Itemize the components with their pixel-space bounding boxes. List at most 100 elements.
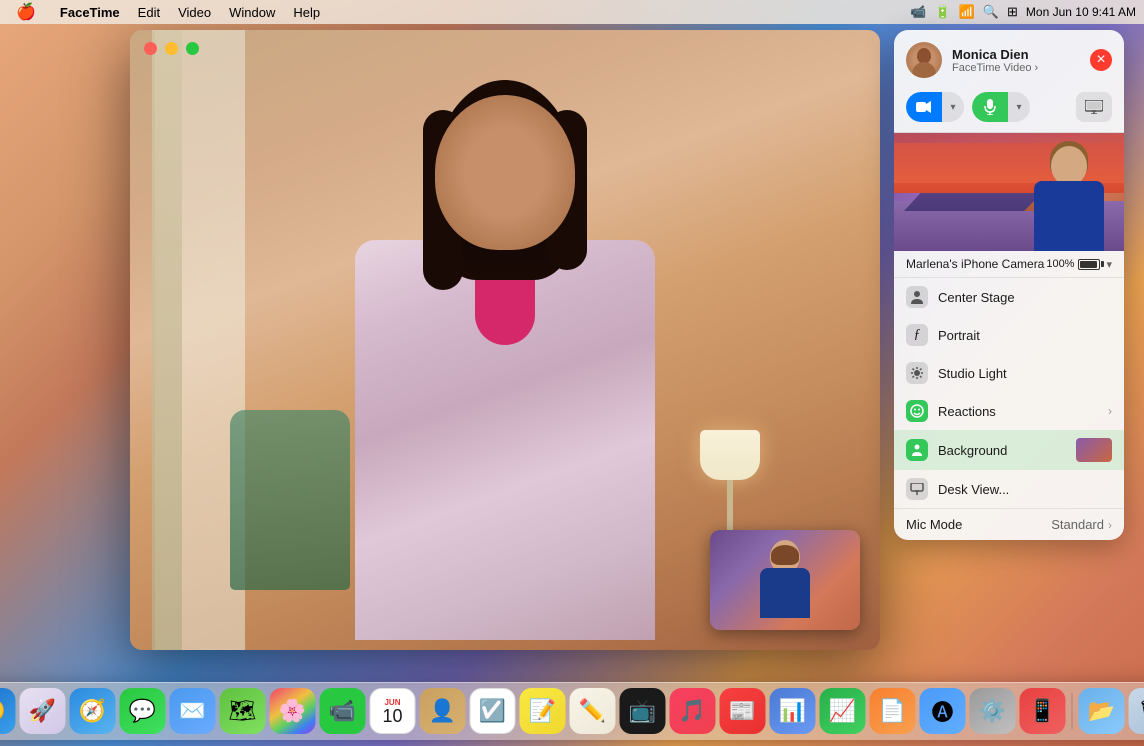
background-label: Background (938, 443, 1066, 458)
hud-contact-name: Monica Dien (952, 47, 1080, 62)
hud-camera-bar: Marlena's iPhone Camera 100% ▾ (894, 251, 1124, 278)
menubar-edit[interactable]: Edit (130, 3, 168, 22)
hud-controls: ▾ ▾ (894, 86, 1124, 133)
dock-appstore[interactable]: 🅐 (920, 688, 966, 734)
appletv-icon: 📺 (629, 698, 656, 724)
battery-icon: 🔋 (934, 4, 950, 20)
dock-safari[interactable]: 🧭 (70, 688, 116, 734)
facetime-window (130, 30, 880, 650)
maps-icon: 🗺 (229, 698, 257, 724)
mic-mode-label: Mic Mode (906, 517, 1051, 532)
messages-icon: 💬 (129, 698, 156, 724)
dock-downloads-folder[interactable]: 📂 (1079, 688, 1125, 734)
hud-battery: 100% (1046, 258, 1100, 270)
menu-item-studio-light[interactable]: Studio Light (894, 354, 1124, 392)
hud-screen-share-button[interactable] (1076, 92, 1112, 122)
search-icon[interactable]: 🔍 (983, 4, 999, 20)
traffic-lights (144, 42, 199, 55)
studio-light-icon (906, 362, 928, 384)
dock-notes[interactable]: 📝 (520, 688, 566, 734)
hud-mic-mode-row[interactable]: Mic Mode Standard › (894, 508, 1124, 540)
finder-icon: 🙂 (0, 698, 6, 724)
person-center-icon (910, 290, 924, 304)
dock-contacts[interactable]: 👤 (420, 688, 466, 734)
hud-subtitle[interactable]: FaceTime Video › (952, 62, 1080, 74)
contacts-icon: 👤 (429, 698, 456, 724)
dock-reminders[interactable]: ☑️ (470, 688, 516, 734)
dock-facetime[interactable]: 📹 (320, 688, 366, 734)
portrait-icon: ƒ (906, 324, 928, 346)
hud-camera-label: Marlena's iPhone Camera (906, 257, 1046, 271)
dock: 🙂 🚀 🧭 💬 ✉️ 🗺 🌸 📹 JUN 10 👤 ☑️ 📝 ✏️ 📺 🎵 (0, 682, 1144, 740)
hud-expand-chevron[interactable]: ▾ (1106, 258, 1112, 271)
menu-item-desk-view[interactable]: Desk View... (894, 470, 1124, 508)
pip-video[interactable] (710, 530, 860, 630)
pip-video-bg (710, 530, 860, 630)
facetime-status-icon[interactable]: 📹 (910, 4, 926, 20)
screen-share-icon (1085, 100, 1103, 114)
freeform-icon: ✏️ (579, 698, 606, 724)
background-thumbnail (1076, 438, 1112, 462)
dock-settings[interactable]: ⚙️ (970, 688, 1016, 734)
menubar-video[interactable]: Video (170, 3, 219, 22)
dock-finder[interactable]: 🙂 (0, 688, 16, 734)
dock-music[interactable]: 🎵 (670, 688, 716, 734)
apple-menu[interactable]: 🍎 (8, 0, 44, 24)
reminders-icon: ☑️ (479, 698, 506, 724)
menu-item-portrait[interactable]: ƒ Portrait (894, 316, 1124, 354)
battery-indicator (1078, 259, 1100, 270)
control-center-icon[interactable]: ⊞ (1007, 4, 1018, 20)
hud-mic-button[interactable] (972, 92, 1008, 122)
menubar-app-name[interactable]: FaceTime (52, 3, 128, 22)
dock-messages[interactable]: 💬 (120, 688, 166, 734)
dock-freeform[interactable]: ✏️ (570, 688, 616, 734)
menubar-window[interactable]: Window (221, 3, 283, 22)
reactions-label: Reactions (938, 404, 1098, 419)
hud-video-preview (894, 133, 1124, 251)
menu-item-background[interactable]: Background (894, 430, 1124, 470)
dock-mail[interactable]: ✉️ (170, 688, 216, 734)
appstore-icon: 🅐 (931, 695, 953, 727)
dock-trash[interactable]: 🗑 (1129, 688, 1144, 734)
pip-person (755, 540, 815, 620)
dock-photos[interactable]: 🌸 (270, 688, 316, 734)
music-icon: 🎵 (679, 698, 706, 724)
launchpad-icon: 🚀 (29, 698, 56, 724)
caller-person-figure (295, 70, 715, 650)
fullscreen-button[interactable] (186, 42, 199, 55)
hud-menu-list: Center Stage ƒ Portrait Studio (894, 278, 1124, 508)
dock-numbers[interactable]: 📈 (820, 688, 866, 734)
dock-iphone-mirroring[interactable]: 📱 (1020, 688, 1066, 734)
battery-fill (1080, 261, 1097, 268)
hud-header: Monica Dien FaceTime Video › (894, 30, 1124, 86)
photos-icon: 🌸 (279, 698, 306, 724)
menubar: 🍎 FaceTime Edit Video Window Help 📹 🔋 📶 … (0, 0, 1144, 24)
pip-person-body (760, 568, 810, 618)
dock-calendar[interactable]: JUN 10 (370, 688, 416, 734)
pages-icon: 📄 (879, 698, 906, 724)
microphone-icon (984, 99, 996, 115)
center-stage-icon (906, 286, 928, 308)
hud-video-button[interactable] (906, 92, 942, 122)
menu-item-center-stage[interactable]: Center Stage (894, 278, 1124, 316)
sun-icon (910, 366, 924, 380)
room-curtain (152, 30, 182, 650)
desk-view-label: Desk View... (938, 482, 1112, 497)
dock-appletv[interactable]: 📺 (620, 688, 666, 734)
hud-close-button[interactable] (1090, 49, 1112, 71)
hud-mic-chevron[interactable]: ▾ (1008, 92, 1030, 122)
dock-launchpad[interactable]: 🚀 (20, 688, 66, 734)
hud-video-chevron[interactable]: ▾ (942, 92, 964, 122)
menu-item-reactions[interactable]: Reactions › (894, 392, 1124, 430)
menubar-help[interactable]: Help (285, 3, 328, 22)
dock-maps[interactable]: 🗺 (220, 688, 266, 734)
dock-pages[interactable]: 📄 (870, 688, 916, 734)
studio-light-label: Studio Light (938, 366, 1112, 381)
mic-mode-chevron: › (1108, 518, 1112, 532)
dock-keynote[interactable]: 📊 (770, 688, 816, 734)
minimize-button[interactable] (165, 42, 178, 55)
portrait-label: Portrait (938, 328, 1112, 343)
close-button[interactable] (144, 42, 157, 55)
dock-news[interactable]: 📰 (720, 688, 766, 734)
wifi-icon[interactable]: 📶 (959, 4, 975, 20)
